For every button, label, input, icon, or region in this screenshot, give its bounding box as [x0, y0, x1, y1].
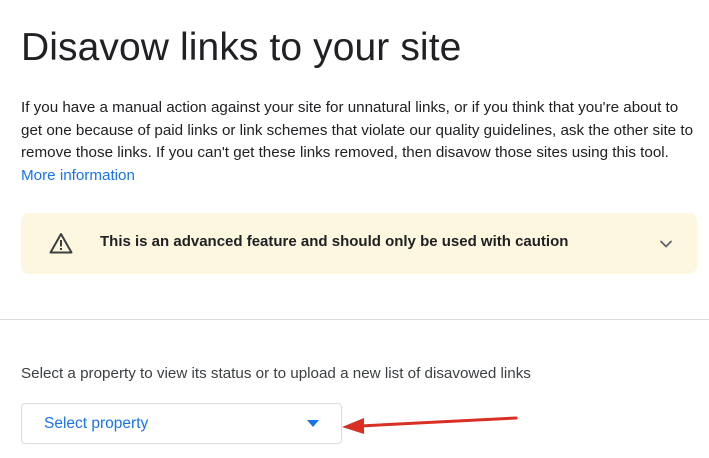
warning-triangle-icon	[49, 233, 73, 254]
chevron-down-icon[interactable]	[657, 235, 675, 253]
property-select-label: Select a property to view its status or …	[21, 365, 531, 382]
caret-down-icon	[307, 420, 319, 427]
annotation-arrow	[342, 416, 518, 434]
intro-text: If you have a manual action against your…	[21, 99, 694, 162]
caution-text: This is an advanced feature and should o…	[100, 233, 569, 250]
intro-paragraph: If you have a manual action against your…	[21, 97, 697, 187]
section-divider	[0, 319, 709, 320]
page-title: Disavow links to your site	[21, 26, 462, 69]
more-information-link[interactable]: More information	[21, 167, 135, 184]
property-select-placeholder: Select property	[44, 415, 149, 432]
property-select-dropdown[interactable]: Select property	[21, 403, 342, 444]
caution-banner[interactable]: This is an advanced feature and should o…	[21, 213, 697, 274]
